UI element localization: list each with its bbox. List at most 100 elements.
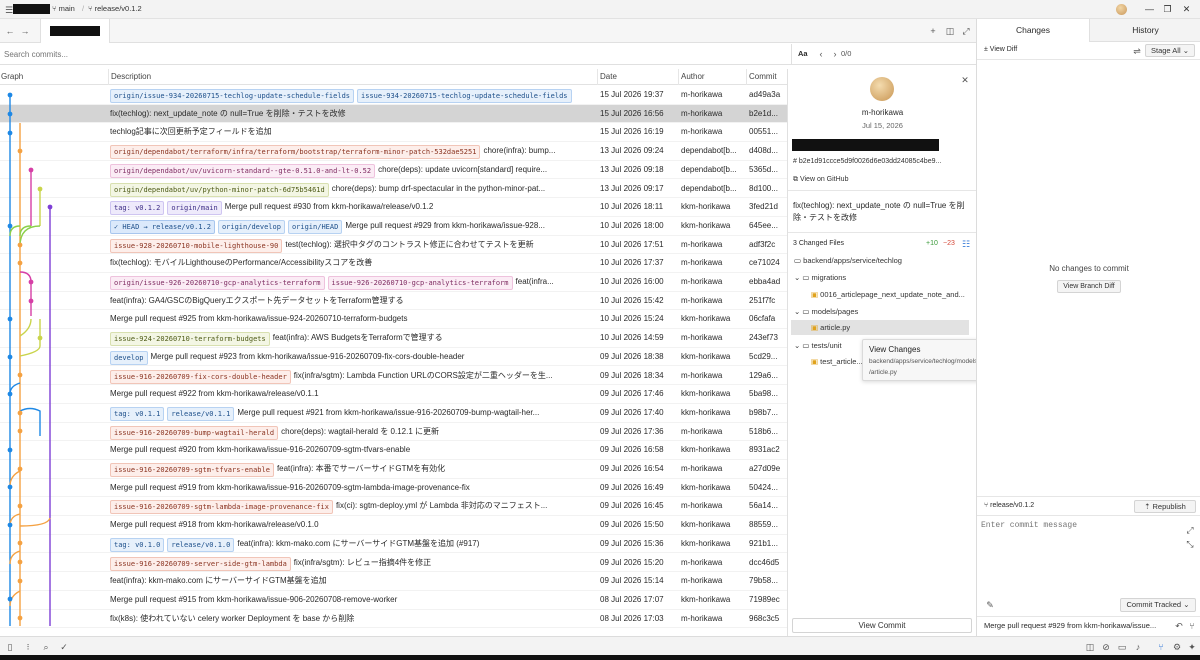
column-divider[interactable] (597, 69, 598, 85)
edit-pencil-icon[interactable]: ✎ (984, 599, 996, 611)
commit-row[interactable]: tag: v0.1.1 release/v0.1.1 Merge pull requ… (0, 404, 787, 423)
commit-row[interactable]: feat(infra): GA4/GSCのBigQueryエクスポート先データセ… (0, 292, 787, 311)
column-divider[interactable] (108, 69, 109, 85)
plus-icon[interactable]: + (927, 25, 939, 37)
ref-badge[interactable]: release/v0.1.1 (167, 406, 235, 421)
ref-badge[interactable]: issue-916-20260709-sgtm-lambda-image-pro… (110, 500, 333, 515)
bell-icon[interactable]: ♪ (1132, 641, 1144, 653)
commit-row[interactable]: Merge pull request #915 from kkm-horikaw… (0, 591, 787, 610)
commit-row[interactable]: fix(techlog): next_update_note の null=Tr… (0, 104, 787, 124)
check-icon[interactable]: ✓ (58, 641, 70, 653)
tree-folder-migrations[interactable]: ⌄ ▭ migrations (794, 273, 846, 282)
commit-row[interactable]: issue-924-20260710-terraform-budgets feat… (0, 329, 787, 348)
ai-assistant-icon[interactable]: ✦ (1186, 641, 1198, 653)
terminal-icon[interactable]: ▭ (1116, 641, 1128, 653)
restore-icon[interactable]: ❐ (1161, 3, 1174, 16)
commit-row[interactable]: issue-916-20260709-fix-cors-double-heade… (0, 367, 787, 386)
commit-row[interactable]: tag: v0.1.2 origin/main Merge pull request… (0, 198, 787, 217)
ref-badge[interactable]: issue-916-20260709-fix-cors-double-heade… (110, 369, 291, 384)
project-tree-icon[interactable]: ⁝ (22, 641, 34, 653)
minimize-icon[interactable]: — (1143, 3, 1156, 16)
ref-badge[interactable]: origin/main (167, 201, 222, 216)
commit-row[interactable]: Merge pull request #925 from kkm-horikaw… (0, 310, 787, 330)
republish-button[interactable]: ⇡ Republish (1134, 500, 1196, 513)
branch-action-icon[interactable]: ⑂ (1186, 620, 1198, 632)
commit-row[interactable]: fix(techlog): モバイルLighthouseのPerformance… (0, 254, 787, 273)
split-pane-icon[interactable]: ◫ (944, 25, 956, 37)
commit-row[interactable]: issue-916-20260709-sgtm-tfvars-enable fea… (0, 460, 787, 479)
ref-badge[interactable]: issue-924-20260710-terraform-budgets (110, 332, 270, 347)
lock-icon[interactable]: ⊘ (1100, 641, 1112, 653)
ref-badge[interactable]: ✓ HEAD → release/v0.1.2 (110, 219, 215, 234)
ref-badge[interactable]: issue-916-20260709-bump-wagtail-herald (110, 425, 279, 440)
tab-history[interactable]: History (1089, 19, 1200, 42)
ref-badge[interactable]: origin/issue-926-20260710-gcp-analytics-… (110, 276, 325, 290)
ref-badge[interactable]: tag: v0.1.0 (110, 537, 165, 552)
tree-folder-tests[interactable]: ⌄ ▭ tests/unit (794, 341, 842, 350)
close-icon[interactable]: ✕ (1180, 3, 1193, 16)
forward-arrow-icon[interactable]: → (19, 25, 31, 37)
ref-badge[interactable]: origin/develop (217, 219, 285, 234)
tree-file-migration[interactable]: ▣ 0016_articlepage_next_update_note_and.… (811, 290, 971, 299)
commit-row[interactable]: Merge pull request #918 from kkm-horikaw… (0, 516, 787, 535)
commit-row[interactable]: ✓ HEAD → release/v0.1.2 origin/develop ori… (0, 217, 787, 236)
filter-icon[interactable]: ⇌ (1131, 45, 1143, 57)
chevron-left-icon[interactable]: ‹ (815, 48, 827, 60)
tree-file-article[interactable]: ▣ article.py (811, 323, 850, 332)
commit-message-input[interactable] (981, 521, 1181, 591)
back-arrow-icon[interactable]: ← (4, 25, 16, 37)
current-branch[interactable]: ⑂ release/v0.1.2 (984, 502, 1034, 509)
commit-row[interactable]: issue-928-20260710-mobile-lighthouse-90 t… (0, 236, 787, 255)
commit-row[interactable]: feat(infra): kkm-mako.com にサーバーサイドGTM基盤を… (0, 572, 787, 591)
match-case-toggle[interactable]: Aa (798, 49, 808, 58)
expand-icon[interactable]: ⤢ (1184, 524, 1196, 536)
sidebar-toggle-icon[interactable]: ▯ (4, 641, 16, 653)
commit-row[interactable]: origin/dependabot/terraform/infra/terraf… (0, 142, 787, 161)
git-panel-icon[interactable]: ⑂ (1155, 641, 1167, 653)
ref-badge[interactable]: origin/issue-934-20260715-techlog-update… (110, 89, 355, 103)
view-commit-button[interactable]: View Commit (792, 618, 972, 633)
ref-badge[interactable]: issue-916-20260709-sgtm-tfvars-enable (110, 463, 274, 477)
ref-badge[interactable]: issue-934-20260715-techlog-update-schedu… (357, 89, 572, 103)
tree-folder-root[interactable]: ▭ backend/apps/service/techlog (794, 256, 902, 265)
date-column-header[interactable]: Date (600, 72, 617, 81)
close-details-icon[interactable]: ✕ (959, 74, 971, 86)
ref-badge[interactable]: tag: v0.1.2 (110, 201, 165, 216)
commit-row[interactable]: issue-916-20260709-bump-wagtail-herald ch… (0, 423, 787, 442)
ref-badge[interactable]: release/v0.1.0 (167, 537, 235, 552)
tab-active[interactable] (40, 19, 110, 43)
commit-row[interactable]: tag: v0.1.0 release/v0.1.0 feat(infra): kk… (0, 535, 787, 554)
undo-icon[interactable]: ↶ (1173, 620, 1185, 632)
ref-badge[interactable]: issue-928-20260710-mobile-lighthouse-90 (110, 238, 283, 253)
commit-tracked-button[interactable]: Commit Tracked ⌄ (1120, 598, 1196, 612)
ref-badge[interactable]: tag: v0.1.1 (110, 406, 165, 421)
ref-badge[interactable]: develop (110, 350, 148, 365)
commit-row[interactable]: origin/dependabot/uv/uvicorn-standard--g… (0, 161, 787, 180)
commit-row[interactable]: Merge pull request #919 from kkm-horikaw… (0, 479, 787, 498)
debug-icon[interactable]: ⚙ (1171, 641, 1183, 653)
chevron-right-icon[interactable]: › (829, 48, 841, 60)
column-divider[interactable] (678, 69, 679, 85)
search-icon[interactable]: ⌕ (40, 641, 52, 653)
tree-folder-models[interactable]: ⌄ ▭ models/pages (794, 307, 858, 316)
ref-badge[interactable]: issue-916-20260709-server-side-gtm-lambd… (110, 556, 291, 571)
description-column-header[interactable]: Description (111, 72, 151, 81)
commit-row[interactable]: fix(k8s): 使われていない celery worker Deployme… (0, 610, 787, 629)
notification-icon[interactable]: ◫ (1084, 641, 1096, 653)
ref-badge[interactable]: origin/dependabot/terraform/infra/terraf… (110, 145, 481, 160)
branch-release-label[interactable]: ⑂ release/v0.1.2 (88, 4, 142, 13)
view-on-github-link[interactable]: ⧉ View on GitHub (793, 176, 848, 184)
view-branch-diff-button[interactable]: View Branch Diff (1057, 280, 1121, 293)
commit-column-header[interactable]: Commit (749, 72, 777, 81)
expand-icon[interactable]: ⤢ (960, 25, 972, 37)
commit-row[interactable]: Merge pull request #922 from kkm-horikaw… (0, 385, 787, 404)
search-commits-input[interactable] (4, 47, 774, 62)
collapse-icon[interactable]: ⤡ (1184, 538, 1196, 550)
commit-row[interactable]: issue-916-20260709-server-side-gtm-lambd… (0, 554, 787, 573)
commit-row[interactable]: origin/dependabot/uv/python-minor-patch-… (0, 180, 787, 199)
author-column-header[interactable]: Author (681, 72, 705, 81)
ref-badge[interactable]: issue-926-20260710-gcp-analytics-terrafo… (327, 276, 513, 290)
commit-row[interactable]: issue-916-20260709-sgtm-lambda-image-pro… (0, 497, 787, 517)
tree-file-test[interactable]: ▣ test_article... (811, 357, 863, 366)
stage-all-button[interactable]: Stage All ⌄ (1145, 44, 1195, 57)
